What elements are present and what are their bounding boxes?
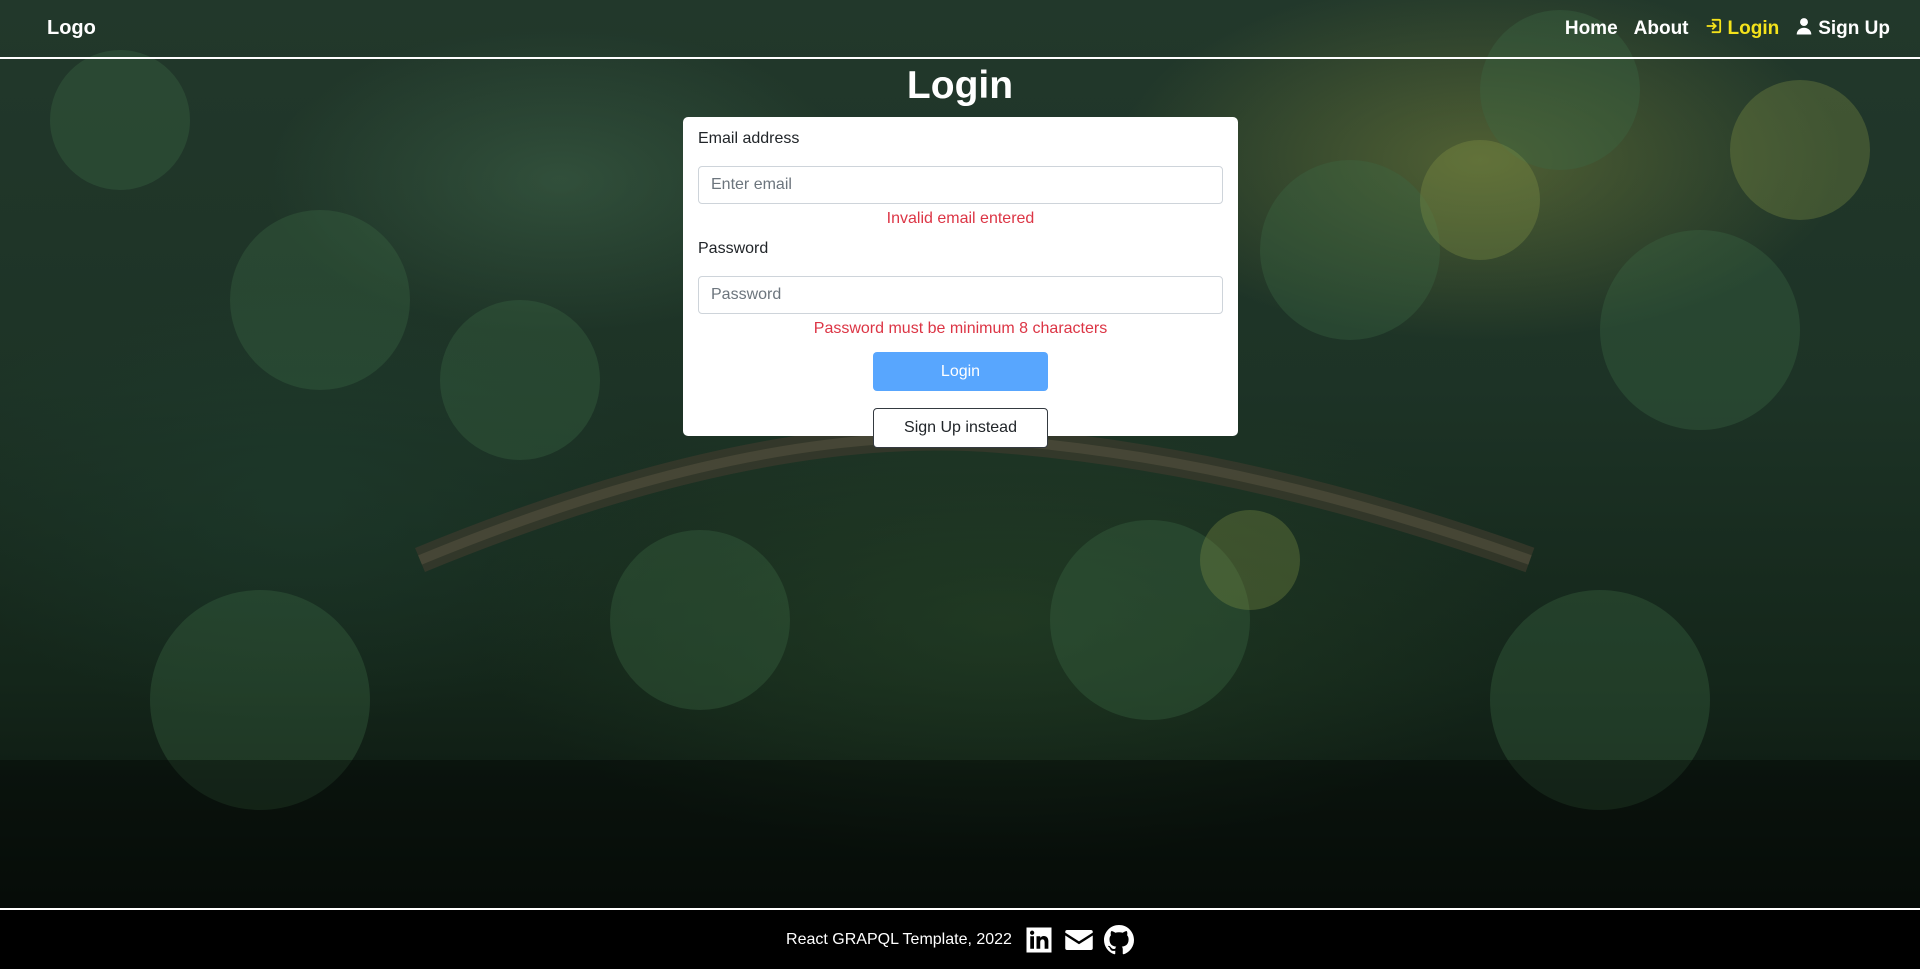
nav-about-link[interactable]: About (1634, 18, 1689, 40)
signup-instead-button[interactable]: Sign Up instead (873, 408, 1048, 448)
login-button[interactable]: Login (873, 352, 1048, 391)
page-title: Login (906, 64, 1014, 107)
email-label: Email address (698, 130, 800, 147)
user-icon (1795, 17, 1813, 41)
nav-login-label: Login (1727, 17, 1780, 39)
nav-login-link[interactable]: Login (1705, 17, 1780, 41)
email-error: Invalid email entered (886, 210, 1035, 227)
linkedin-icon[interactable] (1024, 925, 1054, 955)
envelope-icon[interactable] (1064, 925, 1094, 955)
password-error: Password must be minimum 8 characters (813, 320, 1108, 337)
footer: React GRAPQL Template, 2022 (0, 908, 1920, 969)
login-card: Email address Invalid email entered Pass… (683, 117, 1238, 448)
nav-signup-link[interactable]: Sign Up (1795, 17, 1890, 41)
password-label: Password (698, 240, 769, 257)
github-icon[interactable] (1103, 924, 1134, 955)
nav-signup-label: Sign Up (1818, 17, 1890, 39)
footer-text: React GRAPQL Template, 2022 (786, 930, 1012, 948)
nav-links: Home About Login Sign Up (1565, 17, 1890, 41)
nav-about-label: About (1633, 17, 1689, 39)
logo[interactable]: Logo (47, 17, 96, 40)
email-field[interactable] (698, 166, 1223, 204)
password-field[interactable] (698, 276, 1223, 314)
nav-home-link[interactable]: Home (1565, 18, 1618, 40)
login-icon (1705, 17, 1723, 41)
top-navbar: Logo Home About Login Sign Up (0, 0, 1920, 59)
nav-home-label: Home (1564, 17, 1618, 39)
